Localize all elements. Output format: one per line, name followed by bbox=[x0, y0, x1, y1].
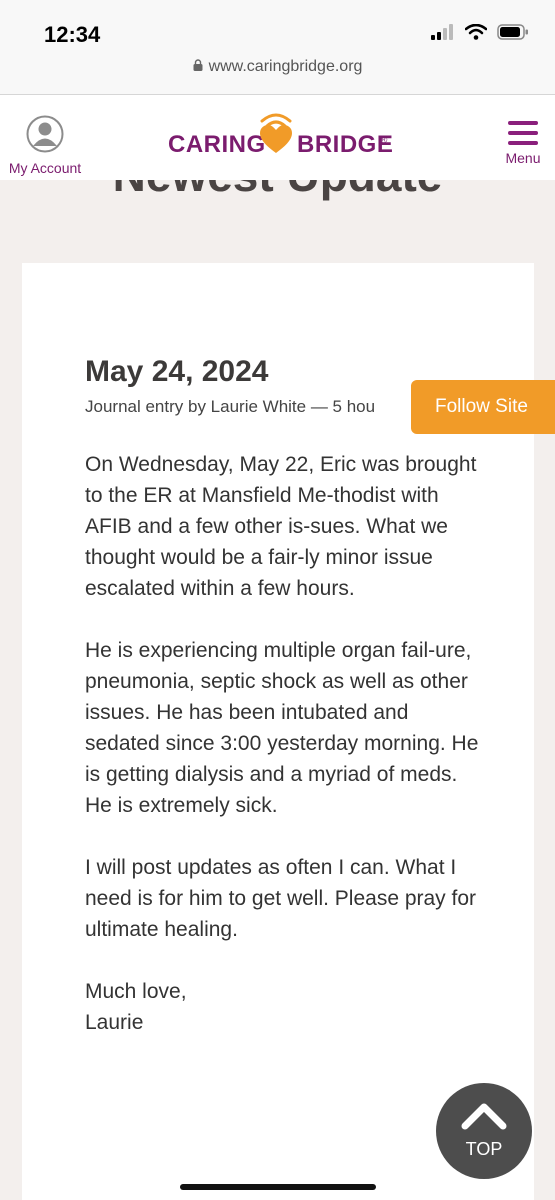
caringbridge-logo[interactable]: CARING BRIDGE ® bbox=[168, 107, 394, 167]
address-bar[interactable]: www.caringbridge.org bbox=[0, 58, 555, 76]
page: 12:34 www.caringbridge.org My Account CA… bbox=[0, 0, 555, 1200]
top-label: TOP bbox=[465, 1139, 503, 1159]
registered-mark: ® bbox=[380, 135, 388, 146]
my-account-button[interactable]: My Account bbox=[6, 115, 84, 176]
site-header: My Account CARING BRIDGE ® Menu bbox=[0, 95, 555, 180]
user-avatar-icon bbox=[26, 115, 64, 153]
browser-chrome: 12:34 www.caringbridge.org bbox=[0, 0, 555, 95]
wifi-icon bbox=[465, 24, 487, 40]
menu-label: Menu bbox=[505, 150, 541, 166]
chevron-up-icon bbox=[461, 1103, 507, 1130]
my-account-label: My Account bbox=[8, 160, 82, 176]
entry-byline: Journal entry by Laurie White — 5 hou bbox=[85, 397, 376, 416]
battery-icon bbox=[497, 24, 528, 40]
entry-date: May 24, 2024 bbox=[85, 355, 269, 388]
back-to-top-button[interactable]: TOP bbox=[436, 1083, 532, 1179]
entry-signature: Laurie bbox=[85, 1011, 144, 1034]
logo-text-caring: CARING bbox=[168, 131, 266, 158]
status-icons bbox=[431, 24, 529, 40]
status-time: 12:34 bbox=[44, 22, 101, 47]
menu-button[interactable]: Menu bbox=[503, 121, 543, 166]
logo-text-bridge: BRIDGE bbox=[297, 131, 394, 158]
entry-paragraph: On Wednesday, May 22, Eric was brought t… bbox=[85, 453, 477, 600]
home-indicator[interactable] bbox=[180, 1184, 376, 1190]
cellular-signal-icon bbox=[431, 24, 453, 40]
entry-body: On Wednesday, May 22, Eric was brought t… bbox=[85, 449, 480, 1038]
entry-paragraph: He is experiencing multiple organ fail-u… bbox=[85, 639, 479, 817]
hamburger-icon bbox=[503, 121, 543, 145]
lock-icon bbox=[193, 58, 203, 76]
url-text: www.caringbridge.org bbox=[208, 58, 363, 75]
follow-site-button[interactable]: Follow Site bbox=[411, 380, 555, 434]
entry-paragraph: I will post updates as often I can. What… bbox=[85, 856, 477, 941]
heart-wifi-icon bbox=[260, 113, 292, 153]
entry-closing: Much love, bbox=[85, 980, 187, 1003]
